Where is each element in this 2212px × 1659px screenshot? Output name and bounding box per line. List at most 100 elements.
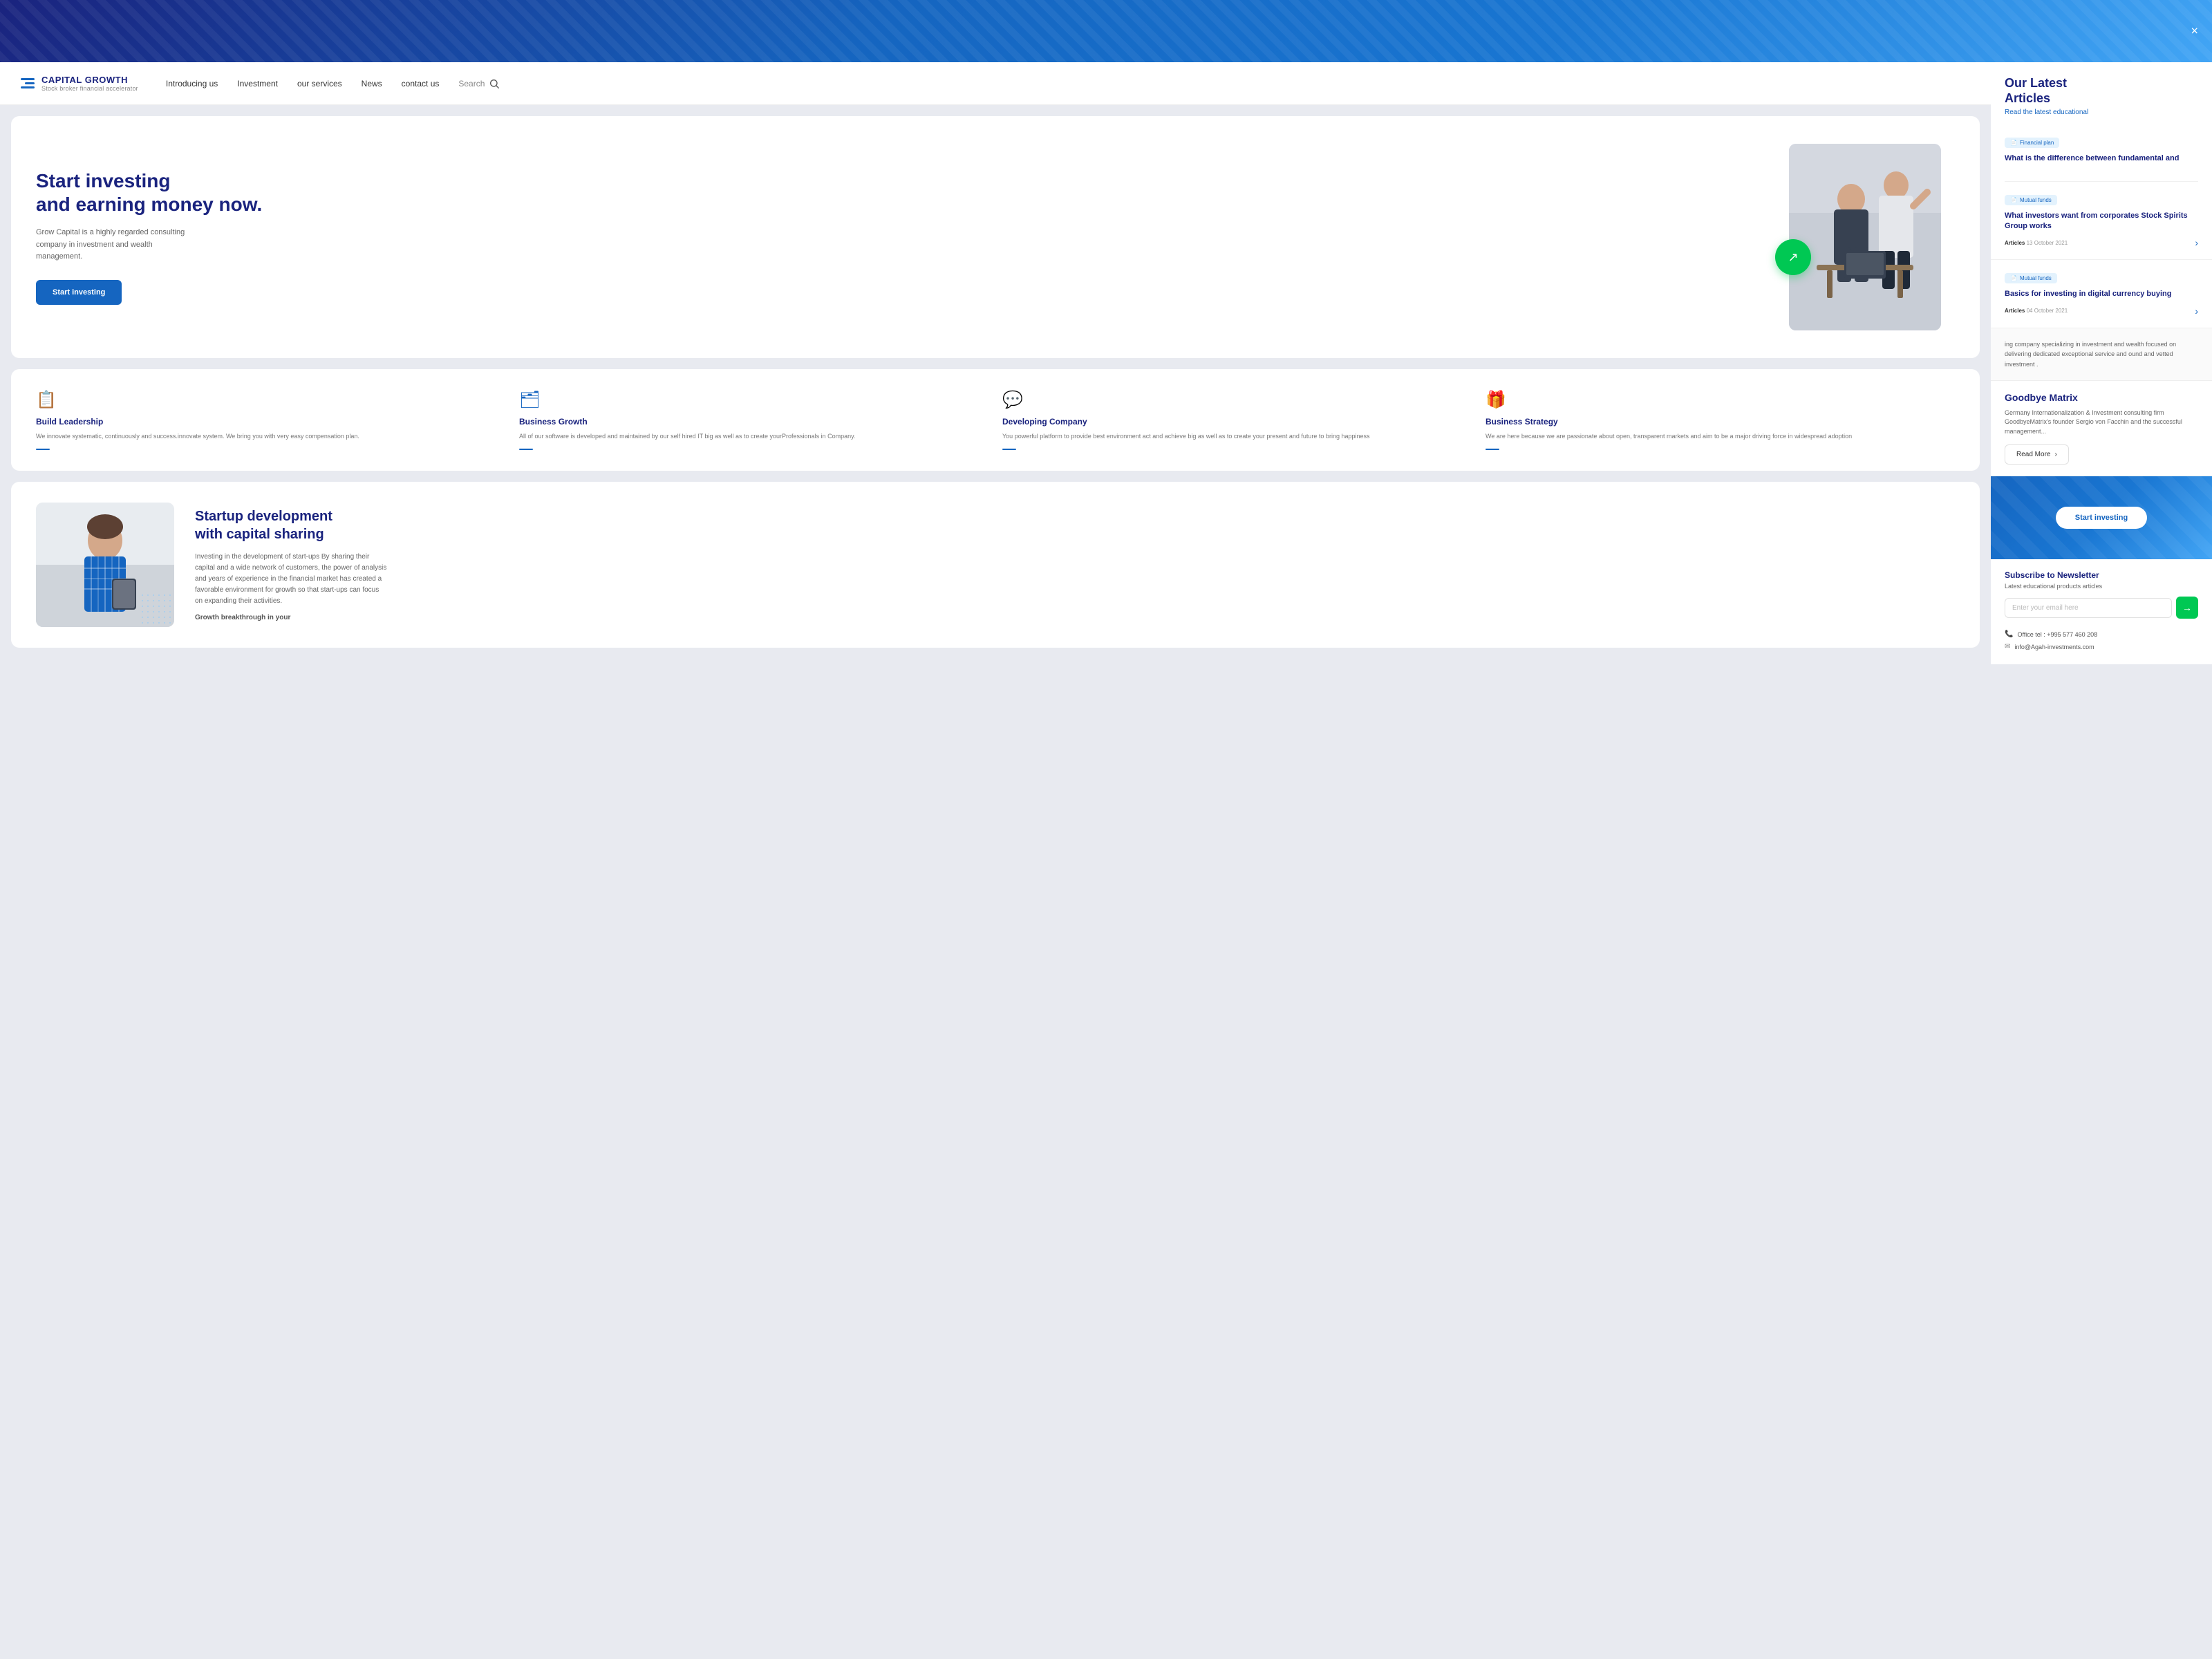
contact-email-row: ✉ info@Agah-investments.com [2005, 641, 2198, 653]
contact-email: info@Agah-investments.com [2014, 641, 2094, 653]
mutual-funds-icon-1: 📄 [2010, 197, 2017, 203]
newsletter-input-row: → [2005, 597, 2198, 619]
goodbye-matrix-desc: Germany Internationalization & Investmen… [2005, 409, 2198, 437]
hero-title-line2: and earning money now. [36, 194, 262, 215]
feature-item-business-growth: 🗂 Business Growth All of our software is… [519, 390, 988, 450]
article-tag-label-2: Mutual funds [2020, 275, 2052, 281]
read-more-arrow-icon: › [2054, 451, 2056, 458]
hero-text: Start investing and earning money now. G… [36, 169, 1775, 305]
newsletter-email-input[interactable] [2005, 598, 2172, 618]
banner-close-button[interactable]: × [2191, 24, 2198, 39]
startup-image [36, 503, 174, 627]
feature-item-developing-company: 💬 Developing Company You powerful platfo… [1002, 390, 1472, 450]
startup-section: Startup development with capital sharing… [11, 482, 1980, 648]
newsletter-subtitle: Latest educational products articles [2005, 583, 2198, 590]
main-content: CAPITAL GROWTH Stock broker financial ac… [0, 62, 1991, 664]
feature-desc-developing-company: You powerful platform to provide best en… [1002, 432, 1472, 442]
contact-info: 📞 Office tel : +995 577 460 208 ✉ info@A… [2005, 628, 2198, 653]
page-wrapper: CAPITAL GROWTH Stock broker financial ac… [0, 62, 2212, 664]
first-article-card: 📄 Financial plan What is the difference … [2005, 124, 2198, 181]
feature-title-business-strategy: Business Strategy [1485, 417, 1955, 427]
article-title-2: Basics for investing in digital currency… [2005, 289, 2198, 299]
feature-desc-business-strategy: We are here because we are passionate ab… [1485, 432, 1955, 442]
article-card-2: 📄 Mutual funds Basics for investing in d… [1991, 260, 2212, 328]
feature-desc-business-growth: All of our software is developed and mai… [519, 432, 988, 442]
articles-header: Our Latest Articles Read the latest educ… [1991, 62, 2212, 182]
search-label: Search [458, 79, 485, 88]
cta-start-investing-button[interactable]: Start investing [2056, 507, 2147, 529]
phone-icon: 📞 [2005, 628, 2013, 641]
hero-image-area: ↗ [1789, 144, 1955, 330]
feature-icon-business-strategy: 🎁 [1485, 390, 1955, 410]
startup-text: Startup development with capital sharing… [195, 507, 388, 621]
article-tag-label-1: Mutual funds [2020, 197, 2052, 203]
article-meta-text-2: Articles 04 October 2021 [2005, 308, 2068, 314]
feature-line-4 [1485, 449, 1499, 450]
send-icon: → [2182, 602, 2192, 613]
feature-line-3 [1002, 449, 1016, 450]
article-meta-2: Articles 04 October 2021 › [2005, 306, 2198, 317]
article-date-1: 13 October 2021 [2027, 240, 2068, 246]
goodbye-matrix-card: Goodbye Matrix Germany Internationalizat… [1991, 381, 2212, 477]
nav-link-our-services[interactable]: our services [297, 79, 342, 88]
article-card-1: 📄 Mutual funds What investors want from … [1991, 182, 2212, 261]
financial-plan-icon: 📄 [2010, 140, 2017, 146]
read-more-button[interactable]: Read More › [2005, 444, 2069, 465]
hero-section: Start investing and earning money now. G… [11, 116, 1980, 358]
cta-banner: Start investing [1991, 476, 2212, 559]
article-arrow-2[interactable]: › [2195, 306, 2198, 317]
logo-text: CAPITAL GROWTH Stock broker financial ac… [41, 75, 138, 92]
startup-dots [140, 592, 174, 627]
logo-area: CAPITAL GROWTH Stock broker financial ac… [21, 75, 138, 92]
article-meta-text-1: Articles 13 October 2021 [2005, 240, 2068, 246]
article-meta-label-1: Articles [2005, 240, 2025, 246]
top-banner: × [0, 0, 2212, 62]
first-article-title: What is the difference between fundament… [2005, 153, 2198, 164]
first-article-tag-label: Financial plan [2020, 140, 2054, 146]
nav-link-introducing-us[interactable]: Introducing us [166, 79, 218, 88]
hero-cta-button[interactable]: Start investing [36, 280, 122, 305]
navbar: CAPITAL GROWTH Stock broker financial ac… [0, 62, 1991, 105]
newsletter-send-button[interactable]: → [2176, 597, 2198, 619]
feature-desc-build-leadership: We innovate systematic, continuously and… [36, 432, 505, 442]
feature-title-business-growth: Business Growth [519, 417, 988, 427]
article-meta-label-2: Articles [2005, 308, 2025, 314]
office-tel: Office tel : +995 577 460 208 [2017, 629, 2097, 640]
articles-title-line2: Articles [2005, 91, 2050, 105]
nav-link-contact-us[interactable]: contact us [402, 79, 440, 88]
logo-icon-line2 [25, 82, 35, 84]
logo-icon [21, 78, 35, 88]
logo-icon-line3 [21, 86, 35, 88]
logo-icon-line1 [21, 78, 35, 80]
email-icon: ✉ [2005, 641, 2010, 653]
article-meta-1: Articles 13 October 2021 › [2005, 237, 2198, 248]
contact-phone-row: 📞 Office tel : +995 577 460 208 [2005, 628, 2198, 641]
logo-name: CAPITAL GROWTH [41, 75, 138, 85]
feature-line-2 [519, 449, 533, 450]
article-arrow-1[interactable]: › [2195, 237, 2198, 248]
read-more-label: Read More [2016, 451, 2050, 458]
hero-people-illustration [1789, 144, 1941, 330]
newsletter-title: Subscribe to Newsletter [2005, 570, 2198, 580]
hero-title-line1: Start investing [36, 170, 170, 191]
hero-photo [1789, 144, 1941, 330]
article-tag-2: 📄 Mutual funds [2005, 273, 2057, 283]
trend-button[interactable]: ↗ [1775, 239, 1811, 275]
hero-title: Start investing and earning money now. [36, 169, 1775, 216]
feature-icon-build-leadership: 📋 [36, 390, 505, 410]
nav-link-investment[interactable]: Investment [237, 79, 278, 88]
articles-title-line1: Our Latest [2005, 76, 2067, 90]
startup-title: Startup development with capital sharing [195, 507, 388, 543]
feature-item-business-strategy: 🎁 Business Strategy We are here because … [1485, 390, 1955, 450]
articles-main-title: Our Latest Articles [2005, 76, 2198, 106]
right-sidebar: Our Latest Articles Read the latest educ… [1991, 62, 2212, 664]
feature-line-1 [36, 449, 50, 450]
feature-title-build-leadership: Build Leadership [36, 417, 505, 427]
article-tag-1: 📄 Mutual funds [2005, 195, 2057, 205]
feature-icon-business-growth: 🗂 [519, 390, 988, 410]
nav-links: Introducing us Investment our services N… [166, 78, 1970, 89]
search-area[interactable]: Search [458, 78, 500, 89]
startup-title-line2: with capital sharing [195, 527, 324, 542]
feature-item-build-leadership: 📋 Build Leadership We innovate systemati… [36, 390, 505, 450]
nav-link-news[interactable]: News [362, 79, 382, 88]
